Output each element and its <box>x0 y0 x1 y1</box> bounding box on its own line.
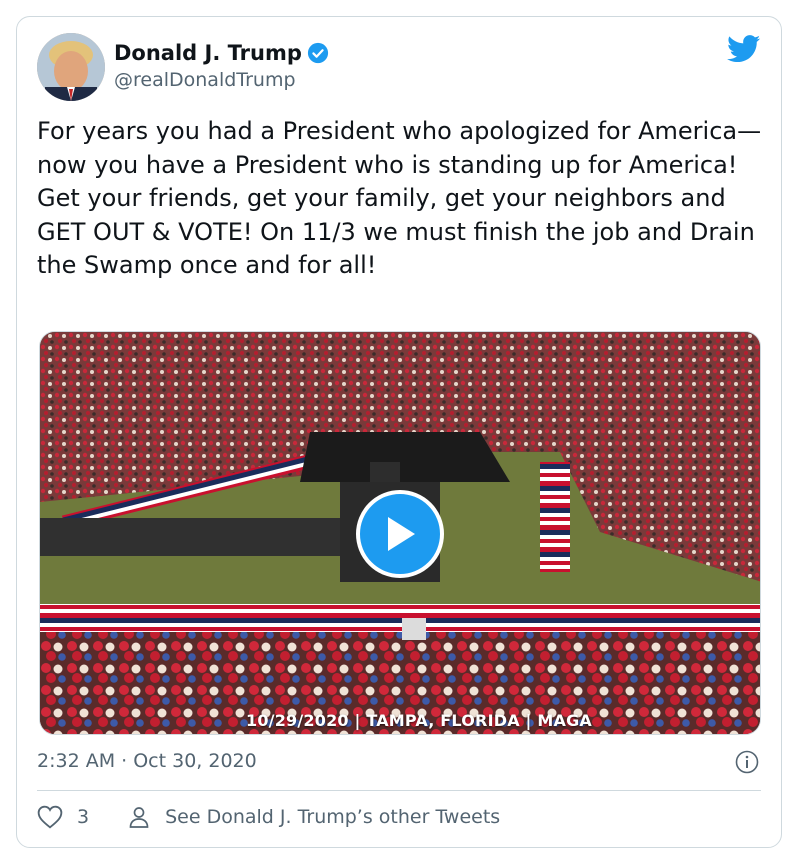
twitter-bird-icon[interactable] <box>727 35 761 63</box>
see-other-tweets-link[interactable]: See Donald J. Trump’s other Tweets <box>165 806 500 828</box>
avatar-image <box>37 33 105 101</box>
info-icon[interactable] <box>735 750 759 774</box>
author-name-row[interactable]: Donald J. Trump <box>114 41 329 65</box>
verified-badge-icon <box>307 42 328 64</box>
tweet-timestamp[interactable]: 2:32 AM · Oct 30, 2020 <box>37 750 257 772</box>
video-caption: 10/29/2020 | TAMPA, FLORIDA | MAGA <box>246 711 592 730</box>
tweet-actions: 3 See Donald J. Trump’s other Tweets <box>37 805 500 829</box>
heart-icon[interactable] <box>37 805 63 829</box>
author-name[interactable]: Donald J. Trump <box>114 41 302 65</box>
person-icon <box>129 807 149 828</box>
play-button[interactable] <box>356 490 444 578</box>
like-count[interactable]: 3 <box>77 806 89 828</box>
author-handle[interactable]: @realDonaldTrump <box>114 69 296 91</box>
avatar[interactable] <box>37 33 105 101</box>
divider <box>37 790 761 791</box>
video-player[interactable]: 10/29/2020 | TAMPA, FLORIDA | MAGA <box>39 331 761 735</box>
tweet-text: For years you had a President who apolog… <box>37 117 763 279</box>
play-icon <box>388 517 415 551</box>
tweet-card: Donald J. Trump @realDonaldTrump For yea… <box>16 16 782 848</box>
